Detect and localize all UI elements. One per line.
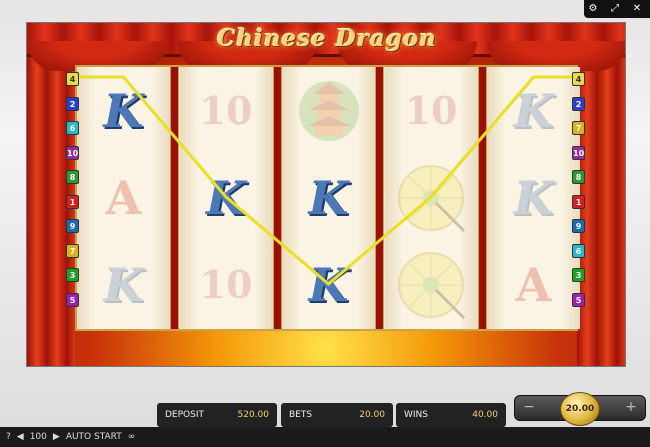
payline-badge-left[interactable]: 7	[66, 243, 79, 258]
wins-value: 40.00	[472, 410, 498, 420]
settings-icon[interactable]: ⚙	[584, 2, 602, 16]
help-button[interactable]: ?	[6, 432, 11, 442]
payline-badge-left[interactable]: 3	[66, 268, 79, 282]
bets-label: BETS	[289, 410, 313, 420]
wins-box: WINS 40.00	[396, 403, 506, 427]
autospin-prev-button[interactable]: ◀	[17, 432, 24, 442]
game-title: Chinese Dragon	[217, 25, 437, 52]
bottom-bar: ? ◀ 100 ▶ AUTO START ∞	[0, 427, 650, 447]
window-controls: ⚙ ⤢ ✕	[584, 2, 646, 16]
payline-badge-left[interactable]: 1	[66, 194, 79, 209]
autospin-next-button[interactable]: ▶	[53, 432, 60, 442]
deposit-label: DEPOSIT	[165, 410, 204, 420]
payline-badge-right[interactable]: 9	[572, 219, 585, 233]
autospin-count: 100	[29, 432, 47, 442]
payline-badge-right[interactable]: 7	[572, 121, 585, 135]
stake-coin[interactable]: 20.00	[560, 392, 600, 426]
bets-value: 20.00	[359, 410, 385, 420]
payline-badge-right[interactable]: 2	[572, 96, 585, 111]
infinity-icon[interactable]: ∞	[128, 432, 136, 442]
payline-badge-left[interactable]: 8	[66, 170, 79, 184]
payline-badge-left[interactable]: 10	[66, 145, 79, 160]
payline-badge-right[interactable]: 5	[572, 292, 585, 307]
payline-badge-right[interactable]: 8	[572, 170, 585, 184]
wins-label: WINS	[404, 410, 428, 420]
payline-overlay	[77, 75, 580, 286]
fullscreen-icon[interactable]: ⤢	[606, 2, 624, 16]
bets-box: BETS 20.00	[281, 403, 393, 427]
payline-badge-right[interactable]: 6	[572, 243, 585, 258]
payline-badge-left[interactable]: 4	[66, 72, 79, 86]
deposit-box: DEPOSIT 520.00	[157, 403, 277, 427]
payline-badge-right[interactable]: 4	[572, 72, 585, 86]
deposit-value: 520.00	[237, 410, 270, 420]
payline-badge-left[interactable]: 5	[66, 292, 79, 307]
payline-badge-left[interactable]: 6	[66, 121, 79, 135]
game-stage: Chinese Dragon K A K 10 K 10 K K 10 K K A 4 2 6 10 8 1 9 7…	[26, 22, 626, 367]
close-icon[interactable]: ✕	[628, 2, 646, 16]
stake-minus-button[interactable]: −	[521, 399, 537, 417]
payline-badge-right[interactable]: 10	[572, 145, 585, 160]
payline-badge-left[interactable]: 9	[66, 219, 79, 233]
payline-badge-left[interactable]: 2	[66, 96, 79, 111]
stake-plus-button[interactable]: +	[623, 399, 639, 417]
payline-badge-right[interactable]: 3	[572, 268, 585, 282]
payline-badge-right[interactable]: 1	[572, 194, 585, 209]
reels-frame: K A K 10 K 10 K K 10 K K A	[75, 65, 580, 331]
winning-payline	[77, 75, 580, 286]
auto-start-button[interactable]: AUTO START	[66, 432, 122, 442]
